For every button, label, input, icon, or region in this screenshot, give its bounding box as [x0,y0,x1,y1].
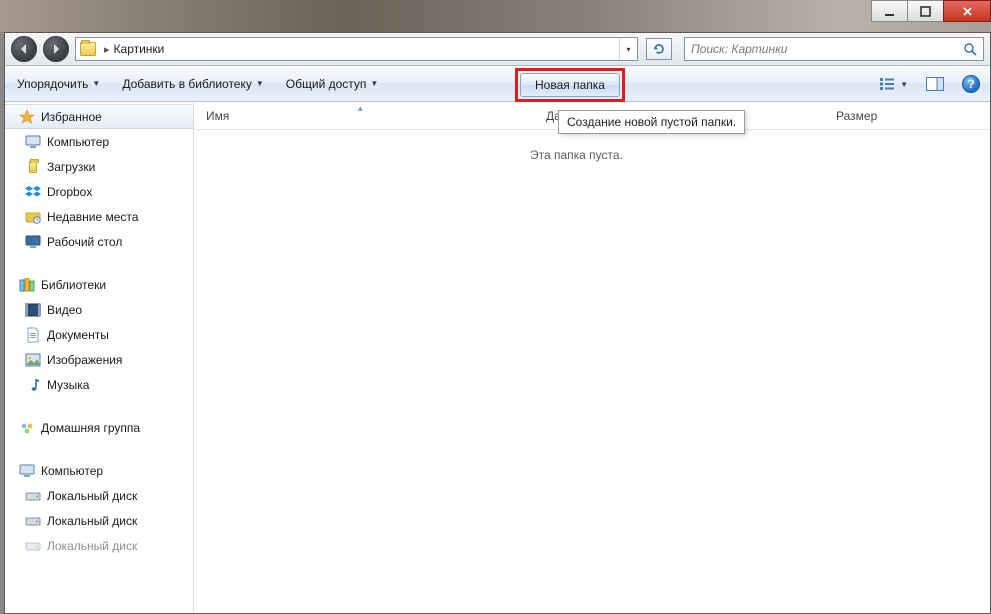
favorites-item-dropbox[interactable]: Dropbox [5,179,193,204]
chevron-down-icon: ▼ [92,79,100,88]
breadcrumb-segment[interactable]: Картинки [114,42,165,56]
new-folder-label: Новая папка [535,78,605,92]
help-button[interactable]: ? [962,75,980,93]
organize-menu[interactable]: Упорядочить ▼ [17,77,100,91]
libraries-icon [19,277,35,293]
favorites-label: Избранное [41,110,102,124]
search-input[interactable]: Поиск: Картинки [684,37,984,61]
new-folder-highlight: Новая папка [515,68,625,102]
navigation-pane: Избранное Компьютер Загрузки Dropbox Нед… [5,102,194,613]
desktop-icon [25,234,41,250]
search-icon [963,42,977,56]
column-size[interactable]: Размер [824,102,890,129]
disk-icon [25,538,41,554]
homegroup-label: Домашняя группа [41,421,140,435]
pictures-icon [25,352,41,368]
library-item-video[interactable]: Видео [5,297,193,322]
computer-item-disk-2[interactable]: Локальный диск [5,533,193,558]
computer-icon [19,463,35,479]
folder-icon [80,42,96,56]
new-folder-button[interactable]: Новая папка [520,73,620,97]
refresh-button[interactable] [646,38,672,60]
command-bar: Упорядочить ▼ Добавить в библиотеку ▼ Общи… [5,66,990,102]
favorites-item-computer[interactable]: Компьютер [5,129,193,154]
favorites-item-downloads[interactable]: Загрузки [5,154,193,179]
computer-icon [25,134,41,150]
add-to-library-menu[interactable]: Добавить в библиотеку ▼ [122,77,263,91]
address-bar[interactable]: ▸ Картинки ▾ [75,37,638,61]
favorites-header[interactable]: Избранное [5,104,193,129]
new-folder-tooltip: Создание новой пустой папки. [558,110,745,134]
back-button[interactable] [11,36,37,62]
address-dropdown-button[interactable]: ▾ [619,38,637,60]
chevron-down-icon: ▼ [256,79,264,88]
empty-folder-message: Эта папка пуста. [530,148,623,162]
recent-icon [25,209,41,225]
close-button[interactable] [943,0,991,22]
folder-icon [25,159,41,175]
computer-label: Компьютер [41,464,103,478]
forward-button[interactable] [43,36,69,62]
homegroup-header[interactable]: Домашняя группа [5,415,193,440]
video-icon [25,302,41,318]
homegroup-icon [19,420,35,436]
breadcrumb-separator-icon: ▸ [100,43,114,56]
libraries-header[interactable]: Библиотеки [5,272,193,297]
help-icon: ? [967,77,974,91]
music-icon [25,377,41,393]
computer-item-disk-1[interactable]: Локальный диск [5,508,193,533]
window-controls [872,0,991,22]
libraries-label: Библиотеки [41,278,106,292]
share-menu[interactable]: Общий доступ▼ [286,77,379,91]
organize-label: Упорядочить [17,77,88,91]
star-icon [19,109,35,125]
disk-icon [25,513,41,529]
minimize-button[interactable] [871,0,908,22]
disk-icon [25,488,41,504]
add-library-label: Добавить в библиотеку [122,77,252,91]
library-item-music[interactable]: Музыка [5,372,193,397]
dropbox-icon [25,184,41,200]
address-row: ▸ Картинки ▾ Поиск: Картинки [5,33,990,66]
view-options-button[interactable]: ▼ [880,77,908,91]
search-placeholder: Поиск: Картинки [691,42,787,56]
computer-header[interactable]: Компьютер [5,458,193,483]
library-item-pictures[interactable]: Изображения [5,347,193,372]
column-name[interactable]: Имя [194,102,534,129]
favorites-item-desktop[interactable]: Рабочий стол [5,229,193,254]
maximize-button[interactable] [907,0,944,22]
computer-item-disk-0[interactable]: Локальный диск [5,483,193,508]
share-label: Общий доступ [286,77,367,91]
preview-pane-icon [926,77,944,91]
explorer-window: ▸ Картинки ▾ Поиск: Картинки Упорядочить… [4,32,991,614]
chevron-down-icon: ▼ [900,80,908,89]
document-icon [25,327,41,343]
chevron-down-icon: ▼ [370,79,378,88]
content-pane: Имя Дат Тип Размер Создание новой пустой… [194,102,990,613]
favorites-item-recent[interactable]: Недавние места [5,204,193,229]
library-item-documents[interactable]: Документы [5,322,193,347]
view-tiles-icon [880,77,896,91]
preview-pane-button[interactable] [926,77,944,91]
